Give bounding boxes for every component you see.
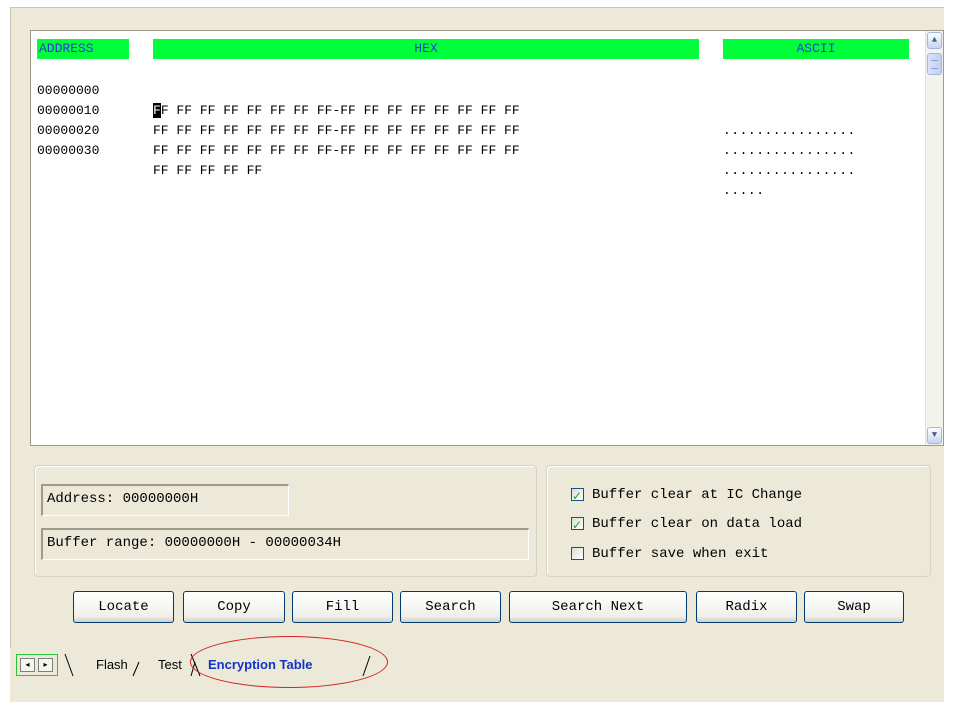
- vertical-scrollbar[interactable]: ▲ ▼: [925, 31, 943, 445]
- hex-row[interactable]: 00000010 FF FF FF FF FF FF FF FF-FF FF F…: [37, 81, 855, 158]
- row-bytes-text: F FF FF FF FF FF FF FF-FF FF FF FF FF FF…: [160, 103, 520, 118]
- fill-button[interactable]: Fill: [292, 591, 393, 623]
- row-bytes[interactable]: FF FF FF FF FF FF FF FF-FF FF FF FF FF F…: [153, 141, 713, 161]
- search-next-button[interactable]: Search Next: [509, 591, 687, 623]
- scroll-thumb[interactable]: [927, 53, 942, 75]
- highlight-ellipse: [190, 636, 388, 688]
- option-label: Buffer save when exit: [592, 546, 769, 562]
- search-button[interactable]: Search: [400, 591, 501, 623]
- buffer-info-group: Address: 00000000H Buffer range: 0000000…: [34, 465, 537, 577]
- row-bytes[interactable]: FF FF FF FF FF FF FF FF-FF FF FF FF FF F…: [153, 101, 713, 121]
- row-ascii: ................: [723, 163, 856, 178]
- locate-button[interactable]: Locate: [73, 591, 174, 623]
- ascii-column-header: ASCII: [723, 39, 909, 59]
- edit-cursor[interactable]: F: [153, 103, 161, 118]
- chevron-up-icon[interactable]: ▲: [927, 32, 942, 49]
- row-address: 00000030: [37, 143, 100, 158]
- option-label: Buffer clear at IC Change: [592, 487, 803, 503]
- row-bytes[interactable]: FF FF FF FF FF: [153, 161, 713, 181]
- row-ascii: .....: [723, 183, 765, 198]
- checkbox-checked[interactable]: [571, 486, 584, 506]
- chevron-down-icon[interactable]: ▼: [927, 427, 942, 444]
- row-ascii: ................: [723, 143, 856, 158]
- address-column-header: ADDRESS: [37, 39, 129, 59]
- copy-button[interactable]: Copy: [183, 591, 285, 623]
- address-field: Address: 00000000H: [41, 484, 289, 516]
- row-bytes[interactable]: FF FF FF FF FF FF FF FF-FF FF FF FF FF F…: [153, 121, 713, 141]
- hex-row[interactable]: 00000030 FF FF FF FF FF .....: [37, 121, 764, 198]
- radix-button[interactable]: Radix: [696, 591, 797, 623]
- hex-row[interactable]: 00000020 FF FF FF FF FF FF FF FF-FF FF F…: [37, 101, 855, 178]
- checkbox-unchecked[interactable]: [571, 547, 584, 560]
- hex-editor-view[interactable]: ADDRESS HEX ASCII 00000000 FF FF FF FF F…: [30, 30, 944, 446]
- option-label: Buffer clear on data load: [592, 516, 803, 532]
- checkbox-checked[interactable]: [571, 515, 584, 535]
- row-ascii: ................: [723, 123, 856, 138]
- hex-row[interactable]: 00000000 FF FF FF FF FF FF FF FF-FF FF F…: [37, 61, 855, 138]
- swap-button[interactable]: Swap: [804, 591, 904, 623]
- tab-flash[interactable]: Flash: [96, 654, 128, 676]
- hex-column-header: HEX: [153, 39, 699, 59]
- buffer-options-group: Buffer clear at IC Change Buffer clear o…: [546, 465, 931, 577]
- buffer-range-field: Buffer range: 00000000H - 00000034H: [41, 528, 529, 560]
- tab-test[interactable]: Test: [158, 654, 182, 676]
